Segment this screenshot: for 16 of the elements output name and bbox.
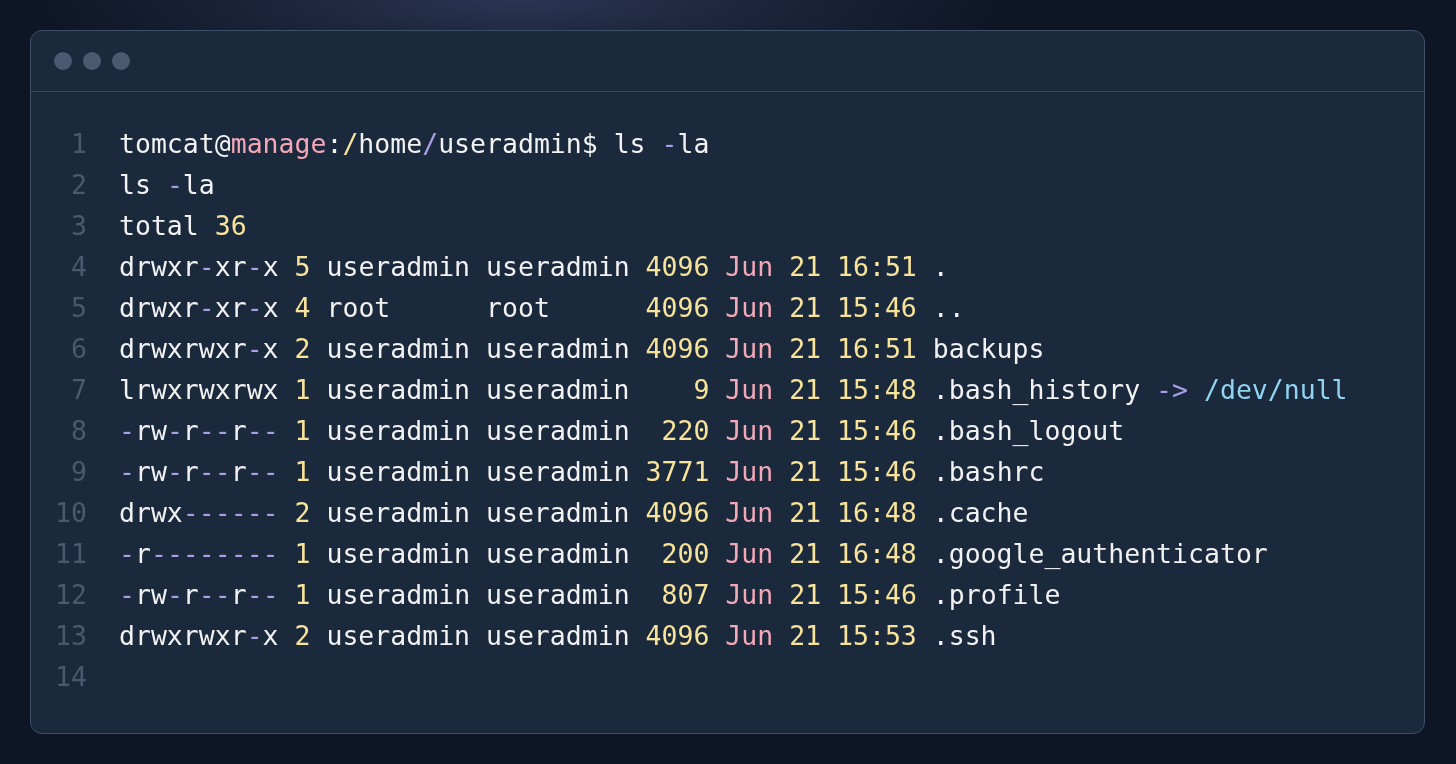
- code-line: drwxrwxr-x 2 useradmin useradmin 4096 Jun 21 16:51 backups: [119, 332, 1045, 366]
- code-line: ls -la: [119, 168, 215, 202]
- code-line: drwxrwxr-x 2 useradmin useradmin 4096 Jun 21 15:53 .ssh: [119, 619, 997, 653]
- code-line: drwxr-xr-x 5 useradmin useradmin 4096 Jun 21 16:51 .: [119, 250, 949, 284]
- code-line: lrwxrwxrwx 1 useradmin useradmin 9 Jun 21 15:48 .bash_history -> /dev/null: [119, 373, 1348, 407]
- code-line: tomcat@manage:/home/useradmin$ ls -la: [119, 127, 710, 161]
- window-dot-icon: [83, 52, 101, 70]
- code-line: -rw-r--r-- 1 useradmin useradmin 220 Jun 21 15:46 .bash_logout: [119, 414, 1125, 448]
- code-line: drwxr-xr-x 4 root root 4096 Jun 21 15:46 ..: [119, 291, 965, 325]
- code-line: drwx------ 2 useradmin useradmin 4096 Jun 21 16:48 .cache: [119, 496, 1029, 530]
- code-line: total 36: [119, 209, 247, 243]
- window-dot-icon: [112, 52, 130, 70]
- code-line: -rw-r--r-- 1 useradmin useradmin 807 Jun 21 15:46 .profile: [119, 578, 1061, 612]
- code-line: -rw-r--r-- 1 useradmin useradmin 3771 Jun 21 15:46 .bashrc: [119, 455, 1045, 489]
- window-dot-icon: [54, 52, 72, 70]
- code-line: -r-------- 1 useradmin useradmin 200 Jun 21 16:48 .google_authenticator: [119, 537, 1268, 571]
